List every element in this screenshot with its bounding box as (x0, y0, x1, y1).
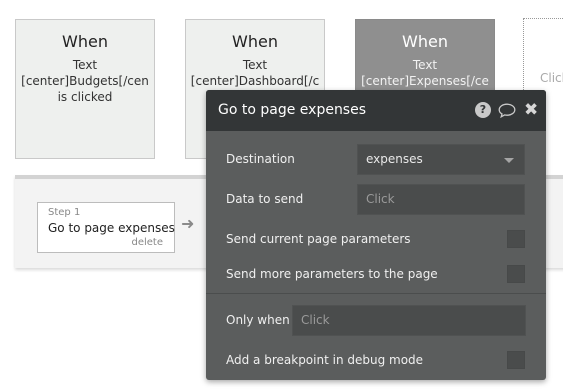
event-when-label: When (232, 32, 278, 51)
send-current-params-label: Send current page parameters (226, 232, 411, 246)
data-to-send-label: Data to send (226, 192, 304, 206)
destination-label: Destination (226, 152, 295, 166)
arrow-right-icon: ➜ (181, 214, 195, 233)
data-to-send-placeholder: Click (366, 192, 395, 206)
event-description: Text [center]Budgets[/cen is clicked (21, 58, 149, 104)
only-when-label: Only when (226, 313, 290, 327)
breakpoint-checkbox[interactable] (507, 351, 525, 369)
new-event-placeholder: Click (540, 71, 563, 85)
panel-divider (206, 293, 546, 294)
send-more-params-checkbox[interactable] (507, 265, 525, 283)
step-number: Step 1 (48, 207, 81, 218)
breakpoint-label: Add a breakpoint in debug mode (226, 353, 424, 367)
step-delete-link[interactable]: delete (131, 237, 163, 248)
event-when-label: When (62, 32, 108, 51)
close-icon[interactable]: ✖ (524, 100, 538, 120)
data-to-send-field[interactable]: Click (357, 184, 525, 215)
send-more-params-label: Send more parameters to the page (226, 267, 438, 281)
help-icon[interactable]: ? (475, 102, 491, 118)
comment-icon[interactable] (498, 103, 516, 119)
step-title: Go to page expenses (48, 221, 175, 235)
chevron-down-icon (504, 158, 514, 163)
destination-dropdown[interactable]: expenses (357, 144, 525, 175)
event-when-label: When (402, 32, 448, 51)
send-current-params-checkbox[interactable] (507, 230, 525, 248)
event-description: Text [center]Expenses[/ce (361, 58, 489, 88)
only-when-field[interactable]: Click (292, 305, 526, 336)
panel-header: Go to page expenses ? ✖ (206, 90, 546, 131)
action-editor-panel: Go to page expenses ? ✖ Destination expe… (206, 90, 546, 380)
event-description: Text [center]Dashboard[/c (190, 58, 320, 88)
event-card-budgets[interactable]: When Text [center]Budgets[/cen is clicke… (15, 19, 155, 159)
destination-value: expenses (366, 152, 423, 166)
panel-title: Go to page expenses (218, 102, 367, 118)
only-when-placeholder: Click (301, 313, 330, 327)
workflow-step-card[interactable]: Step 1 Go to page expenses delete (37, 202, 175, 253)
